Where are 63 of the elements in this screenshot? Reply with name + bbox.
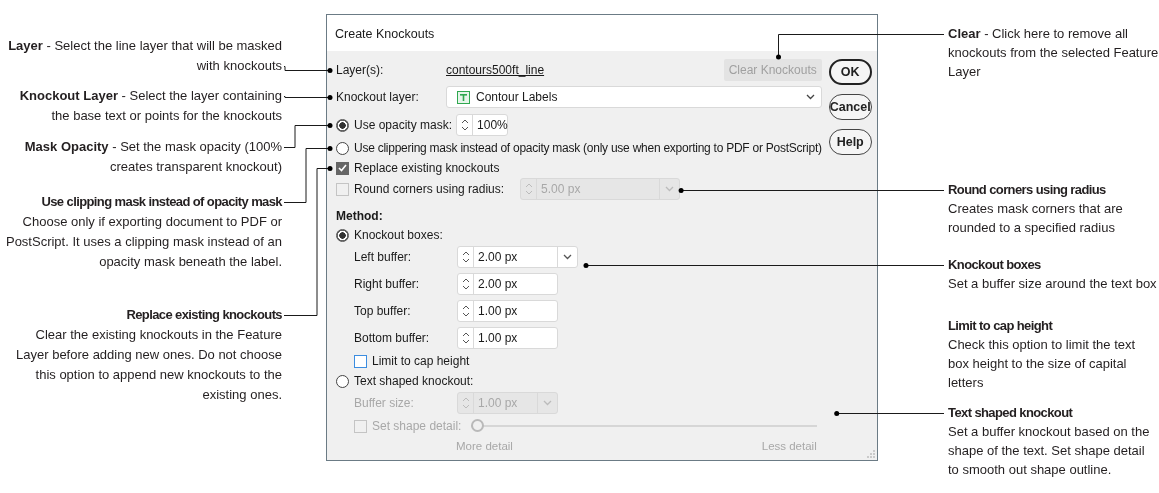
layer-link[interactable]: contours500ft_line — [446, 61, 545, 79]
checkbox[interactable] — [336, 161, 349, 175]
annotation-heading: Replace existing knockouts — [125, 306, 282, 324]
dialog-button[interactable]: Help — [828, 129, 872, 155]
option-label: Use opacity mask: — [354, 117, 453, 134]
annotation-text: Clear the existing knockouts in the Feature Layer before adding new ones. Do not choose this option to append new knockouts to the existing ones. — [15, 326, 282, 404]
spin-field[interactable]: 1.00 px — [457, 300, 558, 322]
field-label: Layer(s): — [336, 62, 385, 79]
annotation-heading: Use clipping mask instead of opacity mask — [40, 193, 282, 211]
field-label: Knockout layer: — [336, 89, 420, 106]
annotation-text: Set a buffer size around the text box — [948, 275, 1158, 293]
annotation-text: Set a buffer knockout based on the shape of the text. Set shape detail to smooth out shape outline. — [948, 423, 1151, 479]
dialog-button[interactable]: OK — [828, 59, 872, 85]
option-label: Knockout boxes: — [354, 227, 443, 244]
option-label: Replace existing knockouts — [354, 160, 500, 177]
spin-field[interactable]: 100% — [456, 114, 509, 136]
annotation-heading: Text shaped knockout — [948, 404, 1074, 422]
resize-grip-icon — [867, 450, 875, 458]
radio-button[interactable] — [336, 118, 349, 132]
field-label: Right buffer: — [354, 276, 421, 293]
annotation-text: Layer - Select the line layer that will be masked with knockouts — [7, 37, 282, 75]
option-label: Use clippering mask instead of opacity mask (only use when exporting to PDF or PostScript) — [354, 140, 822, 157]
slider-label: Less detail — [761, 439, 817, 455]
spinner-arrows-icon — [460, 118, 469, 132]
checkbox[interactable] — [354, 354, 367, 368]
annotation-text: Creates mask corners that are rounded to a specified radius — [948, 200, 1124, 237]
annotation-heading: Limit to cap height — [948, 317, 1054, 335]
section-label: Method: — [336, 208, 383, 225]
dialog-button[interactable]: Cancel — [828, 94, 872, 120]
field-label: Top buffer: — [354, 303, 412, 320]
spinner-arrows-icon — [461, 250, 470, 264]
spinner-arrows-icon — [461, 396, 470, 410]
spin-field[interactable]: 1.00 px — [457, 327, 558, 349]
option-label: Text shaped knockout: — [354, 373, 474, 390]
field-label: Left buffer: — [354, 249, 413, 266]
text-layer-icon — [457, 90, 470, 104]
caret-icon — [543, 400, 552, 406]
spin-field[interactable]: 2.00 px — [457, 273, 558, 295]
spin-field[interactable]: 2.00 px — [457, 246, 578, 268]
annotation-text: Check this option to limit the text box height to the size of capital letters — [948, 336, 1137, 392]
option-label: Limit to cap height — [372, 353, 470, 370]
option-label: Round corners using radius: — [354, 181, 505, 198]
annotation-text: Mask Opacity - Set the mask opacity (100% creates transparent knockout) — [23, 138, 282, 176]
radio-button[interactable] — [336, 228, 349, 242]
spinner-arrows-icon — [461, 277, 470, 291]
caret-icon — [563, 254, 572, 260]
annotation-heading: Knockout boxes — [948, 256, 1042, 274]
caret-icon — [805, 94, 815, 100]
annotation-heading: Round corners using radius — [948, 181, 1107, 199]
radio-button[interactable] — [336, 374, 349, 388]
spinner-arrows-icon — [461, 304, 470, 318]
option-label: Set shape detail: — [372, 418, 462, 435]
spinner-arrows-icon — [524, 182, 533, 196]
field-label: Buffer size: — [354, 395, 415, 412]
slider-label: More detail — [456, 439, 513, 455]
caret-icon — [665, 186, 675, 192]
annotation-text: Choose only if exporting document to PDF or PostScript. It uses a clipping mask instead of an opacity mask beneath the label. — [4, 213, 282, 271]
field-label: Bottom buffer: — [354, 330, 431, 347]
layer-dropdown[interactable]: Contour Labels — [446, 86, 822, 108]
annotation-text: Knockout Layer - Select the layer containing the base text or points for the knockouts — [18, 87, 282, 125]
radio-button[interactable] — [336, 141, 349, 155]
spinner-arrows-icon — [461, 331, 470, 345]
annotation-text: Clear - Click here to remove all knockouts from the selected Feature Layer — [948, 25, 1159, 81]
